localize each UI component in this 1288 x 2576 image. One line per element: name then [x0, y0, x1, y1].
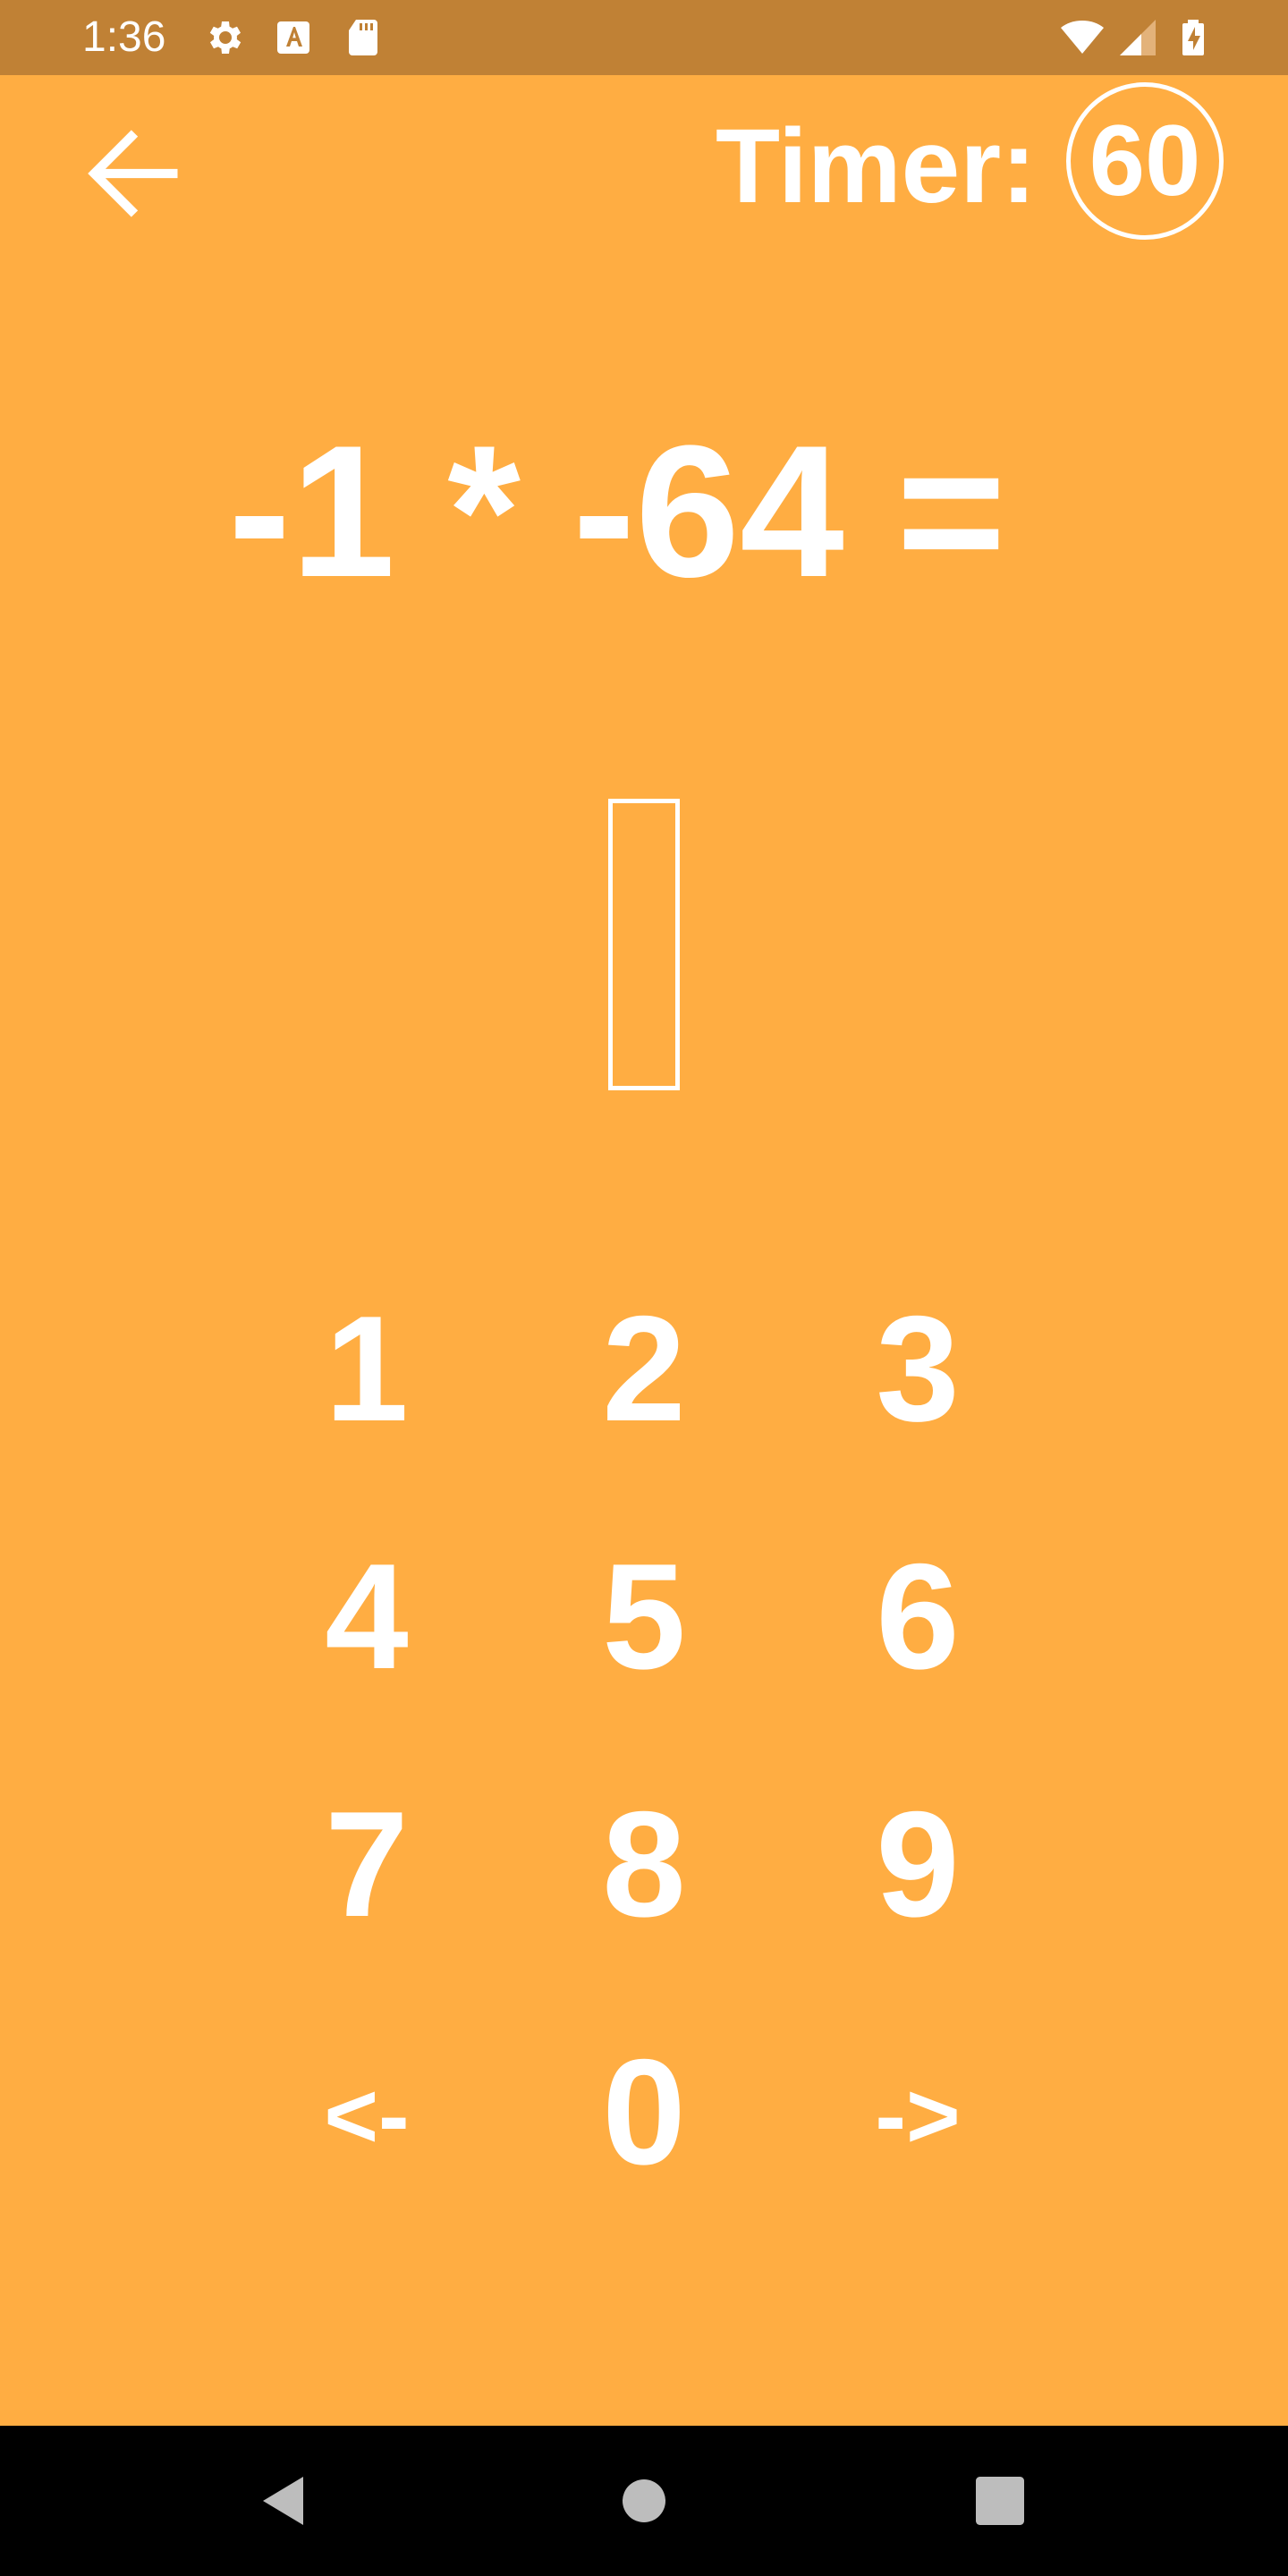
key-1[interactable]: 1	[268, 1270, 465, 1467]
math-question: -1 * -64 =	[228, 406, 1006, 616]
wifi-icon	[1061, 16, 1104, 59]
arrow-left-icon	[88, 130, 178, 217]
status-bar: 1:36	[0, 0, 1288, 75]
key-7[interactable]: 7	[268, 1766, 465, 1962]
timer-label: Timer:	[716, 107, 1037, 225]
key-6[interactable]: 6	[819, 1518, 1016, 1715]
key-backspace[interactable]: <-	[268, 2018, 465, 2215]
key-8[interactable]: 8	[546, 1766, 742, 1962]
settings-icon	[202, 16, 245, 59]
recents-square-icon	[976, 2477, 1024, 2525]
battery-charging-icon	[1172, 16, 1215, 59]
back-button[interactable]	[72, 109, 200, 238]
timer-value: 60	[1066, 82, 1224, 240]
key-2[interactable]: 2	[546, 1270, 742, 1467]
nav-home-button[interactable]	[612, 2469, 676, 2533]
key-5[interactable]: 5	[546, 1518, 742, 1715]
key-3[interactable]: 3	[819, 1270, 1016, 1467]
text-a-icon	[272, 16, 315, 59]
key-0[interactable]: 0	[546, 2013, 742, 2210]
nav-back-button[interactable]	[252, 2469, 317, 2533]
status-time: 1:36	[82, 13, 166, 61]
key-4[interactable]: 4	[268, 1518, 465, 1715]
signal-icon	[1116, 16, 1159, 59]
nav-recents-button[interactable]	[968, 2469, 1032, 2533]
back-triangle-icon	[263, 2477, 303, 2525]
sd-card-icon	[342, 16, 385, 59]
home-circle-icon	[623, 2479, 665, 2522]
answer-input[interactable]	[608, 799, 680, 1090]
key-submit[interactable]: ->	[819, 2018, 1016, 2215]
key-9[interactable]: 9	[819, 1766, 1016, 1962]
